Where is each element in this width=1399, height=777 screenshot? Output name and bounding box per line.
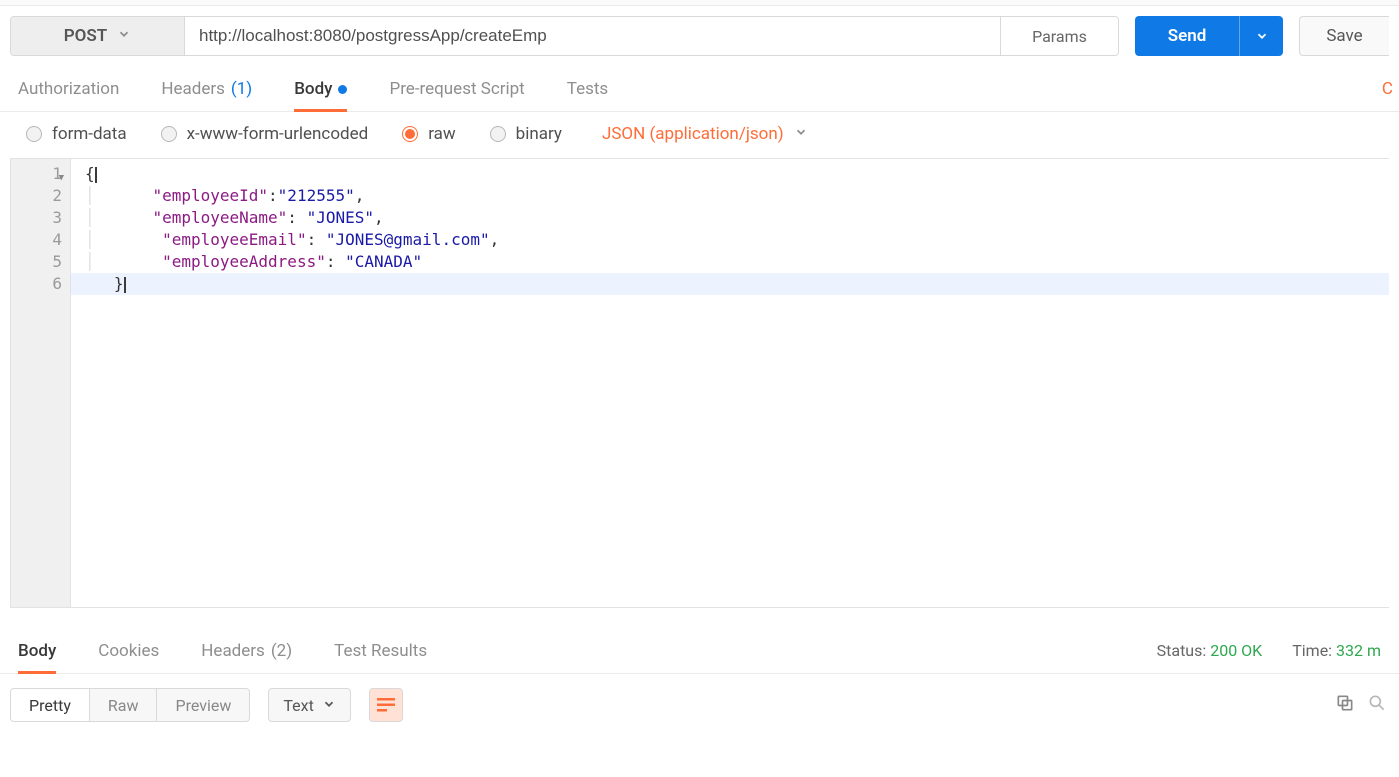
radio-icon (490, 126, 506, 142)
response-tab-body-label: Body (18, 641, 56, 661)
params-label: Params (1032, 27, 1087, 46)
response-format-select[interactable]: Text (268, 688, 350, 722)
body-type-raw[interactable]: raw (402, 124, 455, 144)
wrap-icon (377, 698, 395, 712)
response-status: Status: 200 OK (1157, 641, 1263, 660)
response-time: Time: 332 m (1292, 641, 1381, 660)
radio-icon (26, 126, 42, 142)
view-raw-button[interactable]: Raw (90, 689, 158, 721)
chevron-down-icon (117, 26, 131, 46)
tab-prerequest[interactable]: Pre-request Script (389, 66, 524, 111)
request-body-editor[interactable]: 1▼23456 {│ "employeeId":"212555",│ "empl… (10, 158, 1389, 608)
content-type-select[interactable]: JSON (application/json) (602, 124, 808, 144)
send-label: Send (1168, 26, 1207, 46)
body-type-urlencoded[interactable]: x-www-form-urlencoded (161, 124, 369, 144)
body-type-urlencoded-label: x-www-form-urlencoded (187, 124, 369, 144)
http-method-select[interactable]: POST (11, 17, 185, 55)
view-pretty-label: Pretty (29, 696, 71, 715)
radio-checked-icon (402, 126, 418, 142)
tab-headers-label: Headers (161, 79, 225, 99)
response-tab-testresults[interactable]: Test Results (334, 628, 427, 673)
response-tab-testresults-label: Test Results (334, 641, 427, 661)
response-view-mode: Pretty Raw Preview (10, 688, 250, 722)
save-button[interactable]: Save (1299, 16, 1389, 56)
tab-tests[interactable]: Tests (567, 66, 608, 111)
tab-prerequest-label: Pre-request Script (389, 79, 524, 99)
view-raw-label: Raw (108, 696, 139, 715)
time-value: 332 m (1336, 641, 1381, 660)
unsaved-dot-icon (338, 85, 347, 94)
body-type-formdata[interactable]: form-data (26, 124, 127, 144)
status-value: 200 OK (1210, 641, 1262, 660)
editor-code-area[interactable]: {│ "employeeId":"212555",│ "employeeName… (71, 159, 1389, 607)
response-tab-body[interactable]: Body (18, 629, 56, 674)
view-pretty-button[interactable]: Pretty (11, 689, 90, 721)
request-url-input[interactable] (185, 17, 1000, 55)
send-dropdown-button[interactable] (1239, 16, 1283, 56)
send-button[interactable]: Send (1135, 16, 1239, 56)
view-preview-button[interactable]: Preview (157, 689, 249, 721)
editor-gutter: 1▼23456 (11, 159, 71, 607)
search-icon[interactable] (1367, 693, 1387, 718)
headers-count-badge: (1) (231, 79, 252, 99)
copy-icon[interactable] (1335, 693, 1355, 718)
body-type-binary-label: binary (516, 124, 562, 144)
status-label: Status: (1157, 641, 1207, 660)
body-type-binary[interactable]: binary (490, 124, 562, 144)
response-tab-headers[interactable]: Headers (2) (201, 628, 292, 673)
content-type-label: JSON (application/json) (602, 124, 784, 144)
tab-body-label: Body (294, 79, 332, 99)
body-type-formdata-label: form-data (52, 124, 127, 144)
params-button[interactable]: Params (1000, 17, 1118, 55)
response-format-label: Text (283, 696, 313, 715)
chevron-down-icon (794, 124, 808, 144)
tab-tests-label: Tests (567, 79, 608, 99)
tab-body[interactable]: Body (294, 67, 347, 112)
response-tab-headers-label: Headers (201, 641, 265, 661)
radio-icon (161, 126, 177, 142)
tab-headers[interactable]: Headers (1) (161, 66, 252, 111)
response-tab-cookies-label: Cookies (98, 641, 159, 661)
chevron-down-icon (322, 696, 336, 715)
http-method-value: POST (64, 26, 107, 46)
tab-authorization[interactable]: Authorization (18, 66, 119, 111)
body-type-raw-label: raw (428, 124, 455, 144)
save-label: Save (1326, 26, 1362, 46)
view-preview-label: Preview (175, 696, 231, 715)
response-tab-cookies[interactable]: Cookies (98, 628, 159, 673)
response-headers-count-badge: (2) (271, 641, 292, 661)
tabs-overflow: C (1382, 79, 1393, 99)
tab-authorization-label: Authorization (18, 79, 119, 99)
wrap-lines-button[interactable] (369, 688, 403, 722)
time-label: Time: (1292, 641, 1332, 660)
